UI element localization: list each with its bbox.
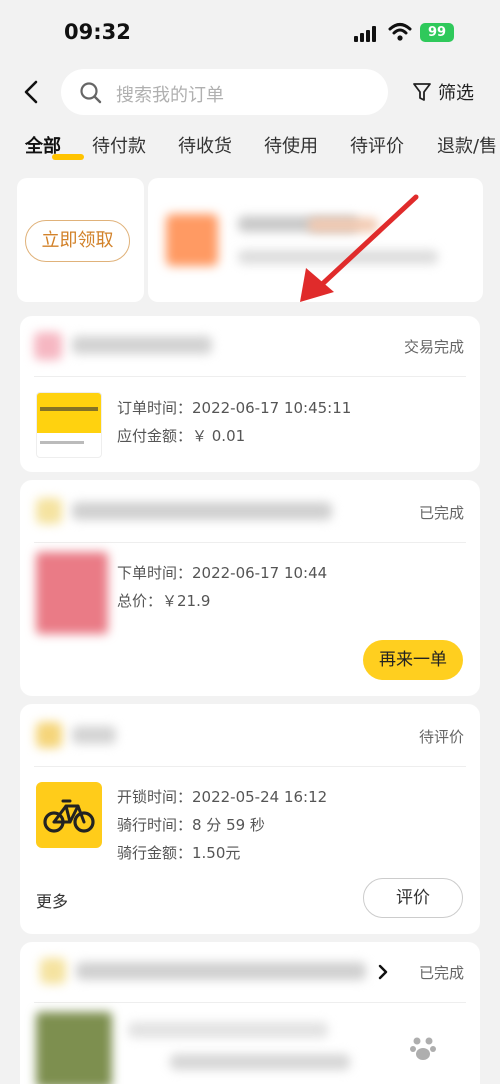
status-time: 09:32 (64, 20, 131, 44)
blurred-text (238, 250, 438, 264)
shop-logo (36, 498, 62, 524)
tab-pending-use[interactable]: 待使用 (264, 132, 318, 158)
tab-label: 待使用 (264, 136, 318, 157)
filter-icon (413, 83, 431, 101)
status-bar: 09:32 99 (0, 0, 500, 66)
tab-refund[interactable]: 退款/售 (437, 132, 497, 158)
shop-name (72, 336, 212, 354)
more-link[interactable]: 更多 (36, 888, 68, 912)
ride-duration: 骑行时间：8 分 59 秒 (117, 816, 265, 834)
search-placeholder: 搜索我的订单 (116, 85, 224, 106)
shop-logo (34, 332, 62, 360)
chevron-right-icon (378, 964, 388, 980)
tab-label: 待收货 (178, 136, 232, 157)
divider (34, 542, 466, 543)
signal-icon (354, 26, 380, 42)
unlock-time: 开锁时间：2022-05-24 16:12 (117, 788, 328, 806)
product-thumbnail (36, 552, 108, 634)
order-status: 已完成 (418, 504, 464, 522)
search-input[interactable]: 搜索我的订单 (61, 69, 388, 115)
product-thumbnail (36, 392, 102, 458)
shop-name (72, 502, 332, 520)
ride-amount: 骑行金额：1.50元 (117, 844, 241, 862)
order-amount: 应付金额：￥ 0.01 (117, 427, 246, 445)
back-icon[interactable] (20, 78, 44, 106)
blurred-text (170, 1054, 350, 1070)
tab-label: 退款/售 (437, 136, 498, 157)
paw-icon (410, 1037, 436, 1060)
tab-label: 待评价 (350, 136, 404, 157)
order-status: 交易完成 (403, 338, 464, 356)
filter-button[interactable]: 筛选 (412, 78, 474, 106)
tab-label: 全部 (25, 136, 61, 157)
divider (34, 1002, 466, 1003)
tab-pending-payment[interactable]: 待付款 (92, 132, 146, 158)
blurred-text (308, 218, 378, 232)
coupon-card: 立即领取 (17, 178, 144, 302)
order-total: 总价：￥21.9 (117, 592, 211, 610)
shop-logo (40, 958, 66, 984)
tab-pending-review[interactable]: 待评价 (350, 132, 404, 158)
bike-icon (36, 782, 102, 848)
blurred-text (128, 1022, 328, 1038)
order-card[interactable]: 已完成 下单时间：2022-06-17 10:44 总价：￥21.9 再来一单 (20, 480, 480, 696)
order-status: 待评价 (418, 728, 464, 746)
coupon-promo[interactable] (148, 178, 483, 302)
order-time: 订单时间：2022-06-17 10:45:11 (117, 399, 352, 417)
order-card[interactable]: 交易完成 订单时间：2022-06-17 10:45:11 应付金额：￥ 0.0… (20, 316, 480, 472)
review-button[interactable]: 评价 (363, 878, 463, 918)
divider (34, 766, 466, 767)
battery-icon: 99 (420, 23, 454, 42)
claim-button[interactable]: 立即领取 (25, 220, 130, 262)
wifi-icon (388, 23, 412, 41)
product-thumbnail (36, 1012, 112, 1084)
blurred-image (166, 214, 218, 266)
tab-pending-receipt[interactable]: 待收货 (178, 132, 232, 158)
search-row: 搜索我的订单 筛选 (0, 66, 500, 118)
divider (34, 376, 466, 377)
shop-name (72, 726, 116, 744)
reorder-button[interactable]: 再来一单 (363, 640, 463, 680)
order-card[interactable]: 待评价 开锁时间：2022-05-24 16:12 骑行时间：8 分 59 秒 … (20, 704, 480, 934)
order-status: 已完成 (418, 964, 464, 982)
tab-all[interactable]: 全部 (25, 132, 84, 160)
search-icon (80, 82, 102, 104)
order-time: 下单时间：2022-06-17 10:44 (117, 564, 328, 582)
baidu-watermark (356, 1030, 480, 1066)
shop-logo (36, 722, 62, 748)
shop-name (76, 962, 366, 980)
filter-label: 筛选 (438, 83, 474, 104)
order-tabs: 全部 待付款 待收货 待使用 待评价 退款/售 (0, 128, 500, 168)
tab-label: 待付款 (92, 136, 146, 157)
